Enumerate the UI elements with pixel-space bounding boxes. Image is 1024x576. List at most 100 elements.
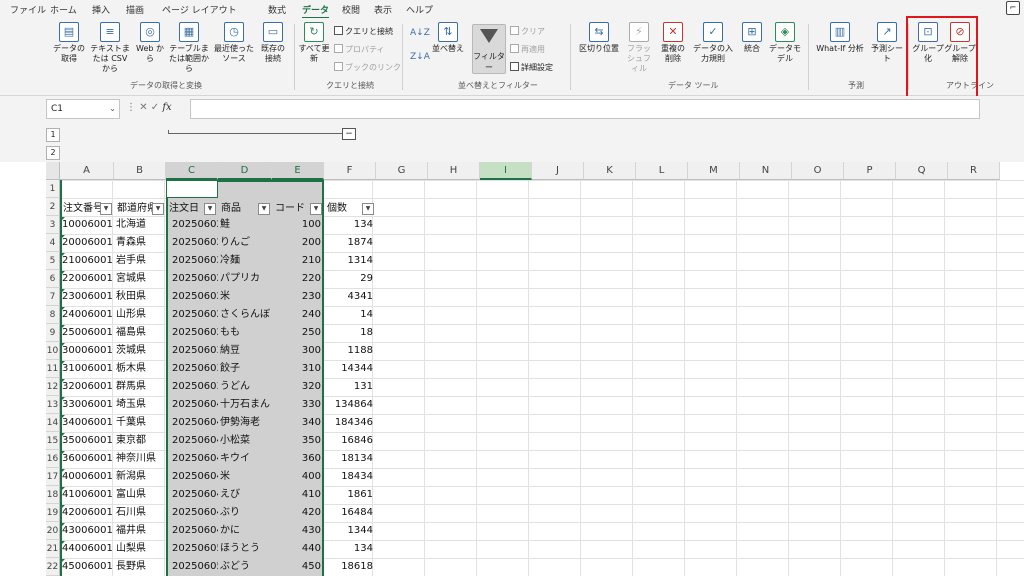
table-cell[interactable]: 20250605 <box>172 558 218 576</box>
tab-review[interactable]: 校閲 <box>342 3 360 16</box>
column-header-l[interactable]: L <box>636 162 688 180</box>
table-cell[interactable]: 14344 <box>326 360 376 378</box>
text-csv-button[interactable]: ≡ テキストまたは CSV から <box>88 22 132 74</box>
table-cell[interactable]: 北海道 <box>116 216 166 234</box>
table-cell[interactable]: 1874 <box>326 234 376 252</box>
active-cell[interactable] <box>166 180 218 198</box>
table-cell[interactable]: 福井県 <box>116 522 166 540</box>
cancel-icon[interactable]: ✕ <box>139 102 147 113</box>
table-cell[interactable]: 20250604 <box>172 486 218 504</box>
row-header[interactable]: 10 <box>46 342 60 360</box>
column-header-k[interactable]: K <box>584 162 636 180</box>
tab-file[interactable]: ファイル <box>10 3 46 16</box>
table-cell[interactable]: 20250604 <box>172 468 218 486</box>
table-cell[interactable]: 20250603 <box>172 342 218 360</box>
select-all-corner[interactable] <box>46 162 60 180</box>
data-validation-button[interactable]: ✓ データの入力規則 <box>690 22 736 64</box>
table-cell[interactable]: 330 <box>274 396 324 414</box>
row-header[interactable]: 21 <box>46 540 60 558</box>
table-cell[interactable]: 20250602 <box>172 216 218 234</box>
formula-input[interactable] <box>190 99 980 119</box>
table-cell[interactable]: 栃木県 <box>116 360 166 378</box>
column-header-j[interactable]: J <box>532 162 584 180</box>
outline-level-2-button[interactable]: 2 <box>46 146 60 160</box>
table-cell[interactable]: 鮭 <box>220 216 272 234</box>
filter-dropdown-icon[interactable]: ▼ <box>152 203 164 215</box>
table-cell[interactable]: うどん <box>220 378 272 396</box>
sort-button[interactable]: ⇅ 並べ替え <box>428 22 468 54</box>
what-if-button[interactable]: ▥ What-If 分析 <box>814 22 866 54</box>
tab-home[interactable]: ホーム <box>50 3 77 16</box>
table-cell[interactable]: 長野県 <box>116 558 166 576</box>
table-cell[interactable]: 34006001 <box>62 414 114 432</box>
row-header[interactable]: 12 <box>46 378 60 396</box>
table-cell[interactable]: 神奈川県 <box>116 450 166 468</box>
table-cell[interactable]: 20250602 <box>172 234 218 252</box>
tab-draw[interactable]: 描画 <box>126 3 144 16</box>
column-header-b[interactable]: B <box>114 162 166 180</box>
table-cell[interactable]: 14 <box>326 306 376 324</box>
table-cell[interactable]: 134864 <box>326 396 376 414</box>
row-header[interactable]: 13 <box>46 396 60 414</box>
table-cell[interactable]: 埼玉県 <box>116 396 166 414</box>
table-cell[interactable]: 24006001 <box>62 306 114 324</box>
table-cell[interactable]: 18434 <box>326 468 376 486</box>
table-cell[interactable]: 20250602 <box>172 288 218 306</box>
advanced-filter-button[interactable]: 詳細設定 <box>510 62 553 73</box>
existing-connections-button[interactable]: ▭ 既存の接続 <box>258 22 288 64</box>
enter-icon[interactable]: ✓ <box>151 102 159 113</box>
sort-descending-button[interactable]: Z↓A <box>410 52 430 62</box>
row-header[interactable]: 18 <box>46 486 60 504</box>
column-header-m[interactable]: M <box>688 162 740 180</box>
get-data-button[interactable]: ▤ データの取得 <box>52 22 86 64</box>
row-header[interactable]: 16 <box>46 450 60 468</box>
refresh-all-button[interactable]: ↻ すべて更新 <box>298 22 330 64</box>
table-cell[interactable]: 44006001 <box>62 540 114 558</box>
table-cell[interactable]: さくらんぼ <box>220 306 272 324</box>
table-cell[interactable]: 320 <box>274 378 324 396</box>
forecast-sheet-button[interactable]: ↗ 予測シート <box>870 22 904 64</box>
table-cell[interactable]: 茨城県 <box>116 342 166 360</box>
table-cell[interactable]: 360 <box>274 450 324 468</box>
row-header[interactable]: 20 <box>46 522 60 540</box>
table-cell[interactable]: 45006001 <box>62 558 114 576</box>
table-cell[interactable]: 4341 <box>326 288 376 306</box>
table-cell[interactable]: 200 <box>274 234 324 252</box>
tab-insert[interactable]: 挿入 <box>92 3 110 16</box>
table-cell[interactable]: 41006001 <box>62 486 114 504</box>
properties-button[interactable]: プロパティ <box>334 44 385 55</box>
consolidate-button[interactable]: ⊞ 統合 <box>740 22 764 54</box>
table-cell[interactable]: 21006001 <box>62 252 114 270</box>
clear-filter-button[interactable]: クリア <box>510 26 545 37</box>
table-cell[interactable]: 16484 <box>326 504 376 522</box>
column-header-f[interactable]: F <box>324 162 376 180</box>
table-cell[interactable]: 20006001 <box>62 234 114 252</box>
table-cell[interactable]: 1344 <box>326 522 376 540</box>
chevron-down-icon[interactable]: ⌄ <box>109 100 116 118</box>
table-cell[interactable]: 東京都 <box>116 432 166 450</box>
table-cell[interactable]: 納豆 <box>220 342 272 360</box>
table-cell[interactable]: もも <box>220 324 272 342</box>
function-icon[interactable]: fx <box>162 102 171 113</box>
table-cell[interactable]: 40006001 <box>62 468 114 486</box>
table-cell[interactable]: 青森県 <box>116 234 166 252</box>
column-header-d[interactable]: D <box>218 162 272 180</box>
remove-duplicates-button[interactable]: ✕ 重複の削除 <box>658 22 688 64</box>
table-cell[interactable]: 18 <box>326 324 376 342</box>
table-cell[interactable]: 冷麺 <box>220 252 272 270</box>
table-cell[interactable]: 米 <box>220 468 272 486</box>
table-cell[interactable]: 20250602 <box>172 270 218 288</box>
name-box[interactable]: C1 ⌄ <box>46 99 120 119</box>
table-cell[interactable]: 1314 <box>326 252 376 270</box>
tab-formulas[interactable]: 数式 <box>268 3 286 16</box>
table-cell[interactable]: 340 <box>274 414 324 432</box>
table-cell[interactable]: 新潟県 <box>116 468 166 486</box>
tab-page-layout[interactable]: ページ レイアウト <box>162 3 237 16</box>
table-cell[interactable]: 134 <box>326 540 376 558</box>
table-cell[interactable]: 250 <box>274 324 324 342</box>
table-cell[interactable]: 20250604 <box>172 396 218 414</box>
table-cell[interactable]: 230 <box>274 288 324 306</box>
table-cell[interactable]: 20250602 <box>172 306 218 324</box>
column-header-n[interactable]: N <box>740 162 792 180</box>
table-cell[interactable]: 20250604 <box>172 450 218 468</box>
